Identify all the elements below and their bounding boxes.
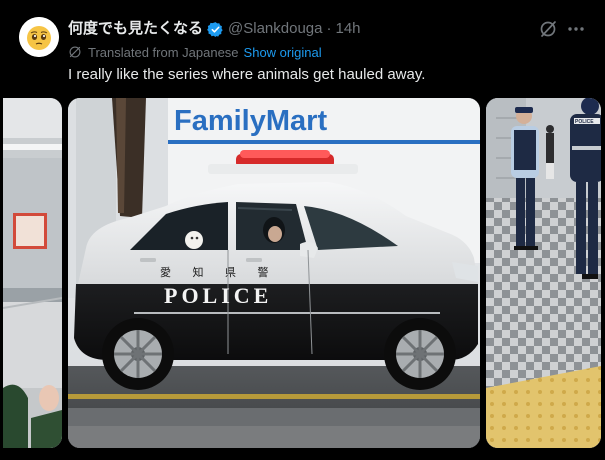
timestamp[interactable]: 14h [335, 19, 360, 39]
translation-notice: Translated from Japanese Show original [68, 43, 322, 61]
post-header: 何度でも見たくなる @Slankdouga · 14h [68, 19, 361, 39]
scroll-edge [601, 0, 605, 460]
translated-label: Translated from Japanese [88, 44, 239, 60]
media-photo-previous[interactable] [3, 98, 62, 448]
door-kanji-text: 愛 知 県 警 [160, 265, 278, 279]
translate-icon [69, 46, 81, 58]
post: 何度でも見たくなる @Slankdouga · 14h Translated f… [0, 0, 605, 460]
verified-badge-icon[interactable] [207, 21, 224, 38]
avatar[interactable] [19, 17, 59, 57]
user-handle[interactable]: @Slankdouga [228, 19, 322, 39]
grok-icon[interactable] [538, 19, 558, 39]
more-icon[interactable] [566, 19, 586, 39]
post-text: I really like the series where animals g… [68, 66, 426, 83]
vest-police-text: POLICE [575, 119, 594, 125]
media-photo-police-car[interactable]: FamilyMart 愛 知 県 警 POLICE [68, 98, 480, 448]
show-original-link[interactable]: Show original [244, 45, 322, 60]
separator-dot: · [326, 20, 332, 37]
store-sign-text: FamilyMart [174, 105, 327, 137]
display-name[interactable]: 何度でも見たくなる [68, 19, 203, 39]
media-photo-officers[interactable]: POLICE [486, 98, 601, 448]
car-police-text: POLICE [164, 283, 272, 308]
